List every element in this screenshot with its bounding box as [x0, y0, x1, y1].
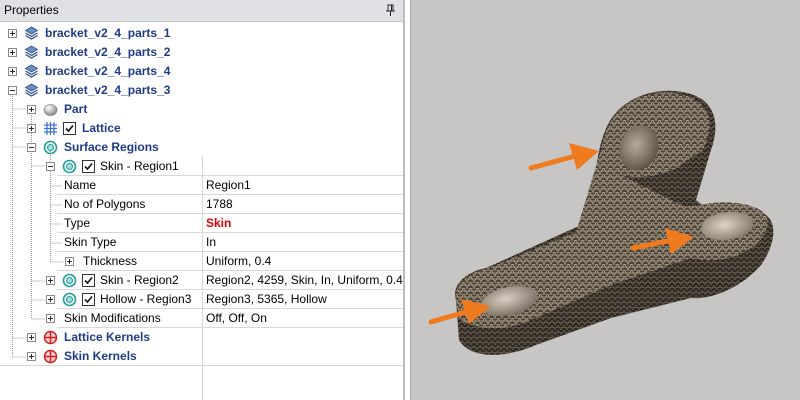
expand-icon[interactable]	[27, 333, 36, 342]
property-tree: bracket_v2_4_parts_1 bracket_v2_4_parts_…	[0, 22, 403, 400]
expand-icon[interactable]	[27, 352, 36, 361]
kernel-icon	[43, 330, 58, 345]
tree-label-skin-kernels: Skin Kernels	[64, 349, 137, 363]
tree-row-part-1[interactable]: bracket_v2_4_parts_1	[0, 24, 403, 43]
property-name: Thickness	[83, 254, 138, 268]
part-label: bracket_v2_4_parts_2	[45, 45, 171, 59]
property-value[interactable]: Region3, 5365, Hollow	[206, 292, 327, 307]
collapse-icon[interactable]	[8, 86, 17, 95]
expand-icon[interactable]	[46, 314, 55, 323]
arrow-upper-hole	[528, 143, 599, 171]
expand-icon[interactable]	[46, 295, 55, 304]
kernel-icon	[43, 349, 58, 364]
property-name: No of Polygons	[64, 197, 146, 211]
property-value[interactable]: Region1	[206, 178, 251, 193]
property-value[interactable]: Region2, 4259, Skin, In, Uniform, 0.4	[206, 273, 403, 288]
tree-label-skin-region1: Skin - Region1	[100, 159, 179, 173]
surface-region-icon	[62, 273, 77, 288]
bracket-model[interactable]	[455, 90, 774, 355]
part-label: bracket_v2_4_parts_3	[45, 83, 171, 97]
property-row-name[interactable]: Name Region1	[0, 176, 403, 195]
lattice-checkbox[interactable]	[63, 122, 76, 135]
properties-panel: Properties bracket_v2_4_parts_1 bracket_…	[0, 0, 405, 400]
tree-label-skin-modifications: Skin Modifications	[64, 311, 161, 325]
panel-title: Properties	[4, 3, 59, 17]
property-row-thickness[interactable]: Thickness Uniform, 0.4	[0, 252, 403, 271]
property-name: Name	[64, 178, 97, 192]
expand-icon[interactable]	[8, 67, 17, 76]
surface-region-icon	[62, 159, 77, 174]
tree-row-surface-regions[interactable]: Surface Regions	[0, 138, 403, 157]
property-row-skin-type[interactable]: Skin Type In	[0, 233, 403, 252]
tree-row-part-4[interactable]: bracket_v2_4_parts_4	[0, 62, 403, 81]
tree-row-hollow-region3[interactable]: Hollow - Region3 Region3, 5365, Hollow	[0, 290, 403, 309]
tree-row-skin-modifications[interactable]: Skin Modifications Off, Off, On	[0, 309, 403, 328]
collapse-icon[interactable]	[27, 143, 36, 152]
tree-row-lattice-kernels[interactable]: Lattice Kernels	[0, 328, 403, 347]
property-name: Skin Type	[64, 235, 117, 249]
tree-label-part: Part	[64, 102, 88, 116]
property-row-polygons[interactable]: No of Polygons 1788	[0, 195, 403, 214]
property-value-type[interactable]: Skin	[206, 216, 231, 231]
part-label: bracket_v2_4_parts_4	[45, 64, 171, 78]
hollow-region3-checkbox[interactable]	[82, 293, 95, 306]
assembly-icon	[24, 45, 39, 59]
property-value[interactable]: Off, Off, On	[206, 311, 267, 326]
3d-viewport[interactable]	[410, 0, 800, 400]
surface-region-icon	[43, 140, 58, 155]
assembly-icon	[24, 83, 39, 97]
tree-row-part-3[interactable]: bracket_v2_4_parts_3	[0, 81, 403, 100]
property-value[interactable]: Uniform, 0.4	[206, 254, 271, 269]
lattice-icon	[44, 122, 57, 135]
tree-row-skin-region1[interactable]: Skin - Region1	[0, 157, 403, 176]
tree-label-lattice-kernels: Lattice Kernels	[64, 330, 151, 344]
tree-row-skin-kernels[interactable]: Skin Kernels	[0, 347, 403, 366]
surface-region-icon	[62, 292, 77, 307]
tree-row-skin-region2[interactable]: Skin - Region2 Region2, 4259, Skin, In, …	[0, 271, 403, 290]
property-name: Type	[64, 216, 91, 230]
tree-label-lattice: Lattice	[82, 121, 121, 135]
collapse-icon[interactable]	[46, 162, 55, 171]
expand-icon[interactable]	[65, 257, 74, 266]
expand-icon[interactable]	[46, 276, 55, 285]
skin-region2-checkbox[interactable]	[82, 274, 95, 287]
property-value[interactable]: In	[206, 235, 216, 250]
pin-icon[interactable]	[385, 4, 397, 17]
tree-label-surface-regions: Surface Regions	[64, 140, 159, 154]
expand-icon[interactable]	[8, 48, 17, 57]
tree-label-skin-region2: Skin - Region2	[100, 273, 179, 287]
property-value[interactable]: 1788	[206, 197, 233, 212]
part-label: bracket_v2_4_parts_1	[45, 26, 171, 40]
skin-region1-checkbox[interactable]	[82, 160, 95, 173]
panel-title-bar: Properties	[0, 0, 405, 22]
tree-label-hollow-region3: Hollow - Region3	[100, 292, 192, 306]
assembly-icon	[24, 64, 39, 78]
panel-splitter[interactable]	[403, 0, 405, 400]
assembly-icon	[24, 26, 39, 40]
tree-row-part-2[interactable]: bracket_v2_4_parts_2	[0, 43, 403, 62]
viewport-canvas[interactable]	[411, 0, 800, 400]
sphere-icon	[43, 104, 58, 116]
expand-icon[interactable]	[8, 29, 17, 38]
expand-icon[interactable]	[27, 124, 36, 133]
property-row-type[interactable]: Type Skin	[0, 214, 403, 233]
tree-row-part[interactable]: Part	[0, 100, 403, 119]
expand-icon[interactable]	[27, 105, 36, 114]
tree-row-lattice[interactable]: Lattice	[0, 119, 403, 138]
